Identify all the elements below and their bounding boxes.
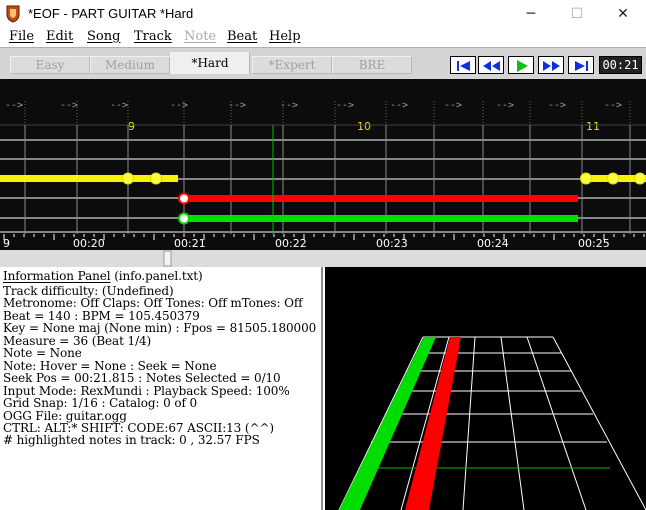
fretboard-3d-preview [325,267,646,510]
rewind-button[interactable] [478,56,504,74]
ruler-time-label: 00:24 [477,237,509,250]
beat-marker: --> [390,100,408,111]
play-button[interactable] [508,56,534,74]
beat-marker: --> [604,100,622,111]
info-line: Grid Snap: 1/16 : Catalog: 0 of 0 [3,396,198,410]
guitar-pick-icon [6,5,20,23]
tab-hard[interactable]: *Hard [170,52,250,74]
info-line: Key = None maj (None min) : Fpos = 81505… [3,321,317,335]
rewind-icon [483,61,500,71]
info-line: Note = None [3,346,82,360]
beat-marker: --> [548,100,566,111]
tab-bre[interactable]: BRE [332,56,412,74]
tab-expert[interactable]: *Expert [252,56,332,74]
fast-forward-icon [543,61,560,71]
info-line: # highlighted notes in track: 0 , 32.57 … [3,433,260,447]
toolbar: Easy Medium *Hard *Expert BRE 00:21 [0,47,646,79]
info-panel-header: Information Panel (info.panel.txt) [3,269,203,283]
horizontal-scrollbar[interactable] [0,250,646,267]
tab-easy[interactable]: Easy [10,56,90,74]
seek-start-button[interactable] [450,56,476,74]
menu-help[interactable]: Help [269,29,301,44]
measure-label: 9 [128,120,135,133]
menu-bar: File Edit Song Track Note Beat Help [0,28,646,47]
ruler-time-label: 00:21 [174,237,206,250]
info-line: Metronome: Off Claps: Off Tones: Off mTo… [3,296,303,310]
info-panel-filename: (info.panel.txt) [110,269,203,283]
ruler-time-label: 00:23 [376,237,408,250]
note-sustain-green[interactable] [183,215,578,222]
measure-label: 11 [586,120,600,133]
note-sustain-red[interactable] [183,195,578,202]
skip-end-icon [575,61,588,71]
info-panel-title: Information Panel [3,269,111,283]
menu-note[interactable]: Note [184,29,216,44]
beat-marker: --> [110,100,128,111]
tab-medium[interactable]: Medium [90,56,170,74]
fast-forward-button[interactable] [538,56,564,74]
minimize-button[interactable]: ─ [508,0,554,28]
preview-canvas [325,267,646,510]
time-display: 00:21 [599,56,642,74]
beat-marker: --> [336,100,354,111]
editor-canvas[interactable]: --> --> --> --> --> --> --> --> --> --> --> --> 9 10… [0,79,646,267]
beat-marker: --> [5,100,23,111]
beat-marker: --> [496,100,514,111]
measure-label: 10 [357,120,371,133]
menu-beat[interactable]: Beat [227,29,257,44]
information-panel: Information Panel (info.panel.txt) Track… [0,267,323,510]
note-editor[interactable]: --> --> --> --> --> --> --> --> --> --> --> --> 9 10… [0,79,646,267]
close-button[interactable]: ✕ [600,0,646,28]
ruler-time-label: 00:20 [73,237,105,250]
scrollbar-thumb[interactable] [163,250,172,267]
beat-marker: --> [60,100,78,111]
play-icon [517,60,528,72]
maximize-button[interactable]: ☐ [554,0,600,28]
skip-start-icon [457,61,470,71]
ruler-edge-label: 9 [3,237,10,250]
menu-edit[interactable]: Edit [46,29,73,44]
beat-marker: --> [444,100,462,111]
menu-file[interactable]: File [9,29,34,44]
title-bar: *EOF - PART GUITAR *Hard ─ ☐ ✕ [0,0,646,28]
beat-marker: --> [170,100,188,111]
window-title: *EOF - PART GUITAR *Hard [28,6,194,21]
seek-end-button[interactable] [568,56,594,74]
menu-track[interactable]: Track [134,29,172,44]
ruler-time-label: 00:22 [275,237,307,250]
info-line: Seek Pos = 00:21.815 : Notes Selected = … [3,371,281,385]
menu-song[interactable]: Song [87,29,120,44]
ruler-time-label: 00:25 [578,237,610,250]
